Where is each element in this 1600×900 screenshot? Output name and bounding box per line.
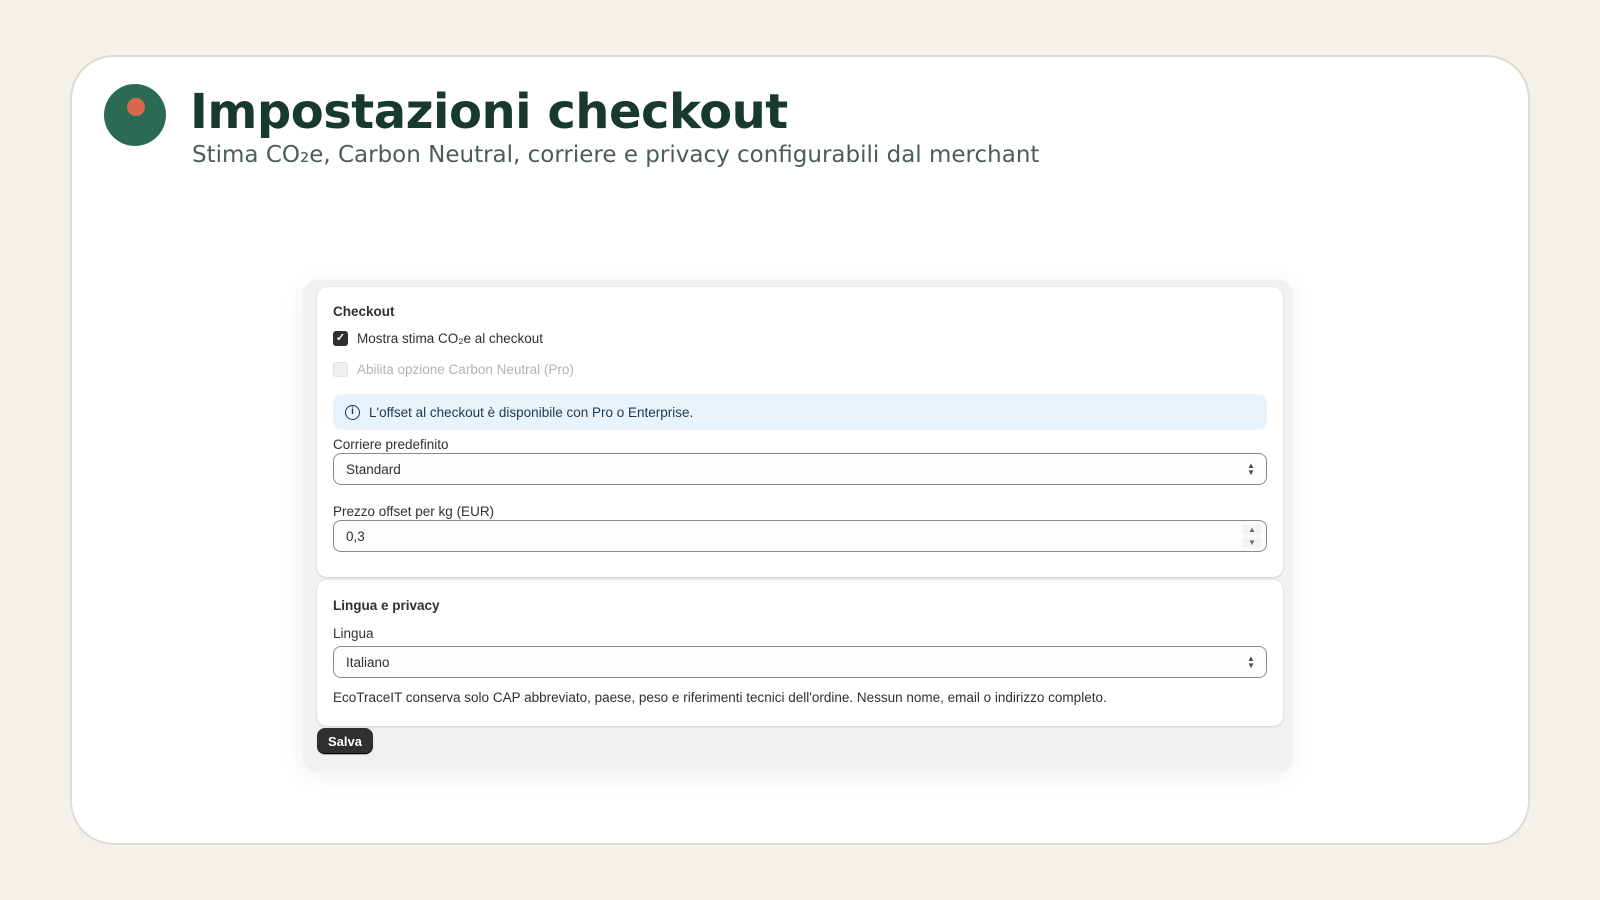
- show-estimate-label: Mostra stima CO₂e al checkout: [357, 331, 544, 346]
- offset-info-text: L'offset al checkout è disponibile con P…: [369, 404, 694, 420]
- show-estimate-row[interactable]: ✓ Mostra stima CO₂e al checkout: [333, 331, 543, 346]
- carrier-select[interactable]: Standard ▲ ▼: [333, 453, 1267, 485]
- select-chevrons-icon: ▲ ▼: [1247, 654, 1255, 670]
- language-select[interactable]: Italiano ▲ ▼: [333, 646, 1267, 678]
- number-stepper[interactable]: ▲ ▼: [1242, 523, 1262, 549]
- page-subtitle: Stima CO₂e, Carbon Neutral, corriere e p…: [192, 142, 1040, 168]
- save-button[interactable]: Salva: [317, 728, 373, 754]
- stepper-up-icon[interactable]: ▲: [1242, 524, 1262, 535]
- stepper-down-icon[interactable]: ▼: [1242, 537, 1262, 548]
- offset-price-input[interactable]: 0,3 ▲ ▼: [333, 520, 1267, 552]
- carrier-label: Corriere predefinito: [333, 437, 449, 452]
- carbon-neutral-checkbox: [333, 362, 348, 377]
- carbon-neutral-row: Abilita opzione Carbon Neutral (Pro): [333, 362, 574, 377]
- language-label: Lingua: [333, 626, 374, 641]
- offset-price-value: 0,3: [346, 528, 365, 544]
- page-title: Impostazioni checkout: [190, 84, 788, 140]
- brand-logo: [104, 84, 166, 146]
- checkout-section-title: Checkout: [333, 304, 395, 319]
- privacy-section-title: Lingua e privacy: [333, 598, 440, 613]
- carrier-select-value: Standard: [346, 461, 401, 477]
- carbon-neutral-label: Abilita opzione Carbon Neutral (Pro): [357, 362, 574, 377]
- privacy-note: EcoTraceIT conserva solo CAP abbreviato,…: [333, 690, 1107, 705]
- privacy-card: Lingua e privacy Lingua Italiano ▲ ▼ EcoT…: [317, 580, 1283, 726]
- info-icon: i: [345, 404, 360, 420]
- offset-info-banner: i L'offset al checkout è disponibile con…: [333, 394, 1267, 430]
- show-estimate-checkbox[interactable]: ✓: [333, 331, 348, 346]
- checkout-card: Checkout ✓ Mostra stima CO₂e al checkout…: [317, 287, 1283, 577]
- select-chevrons-icon: ▲ ▼: [1247, 461, 1255, 477]
- logo-dot: [127, 98, 145, 116]
- language-select-value: Italiano: [346, 654, 390, 670]
- offset-price-label: Prezzo offset per kg (EUR): [333, 504, 495, 519]
